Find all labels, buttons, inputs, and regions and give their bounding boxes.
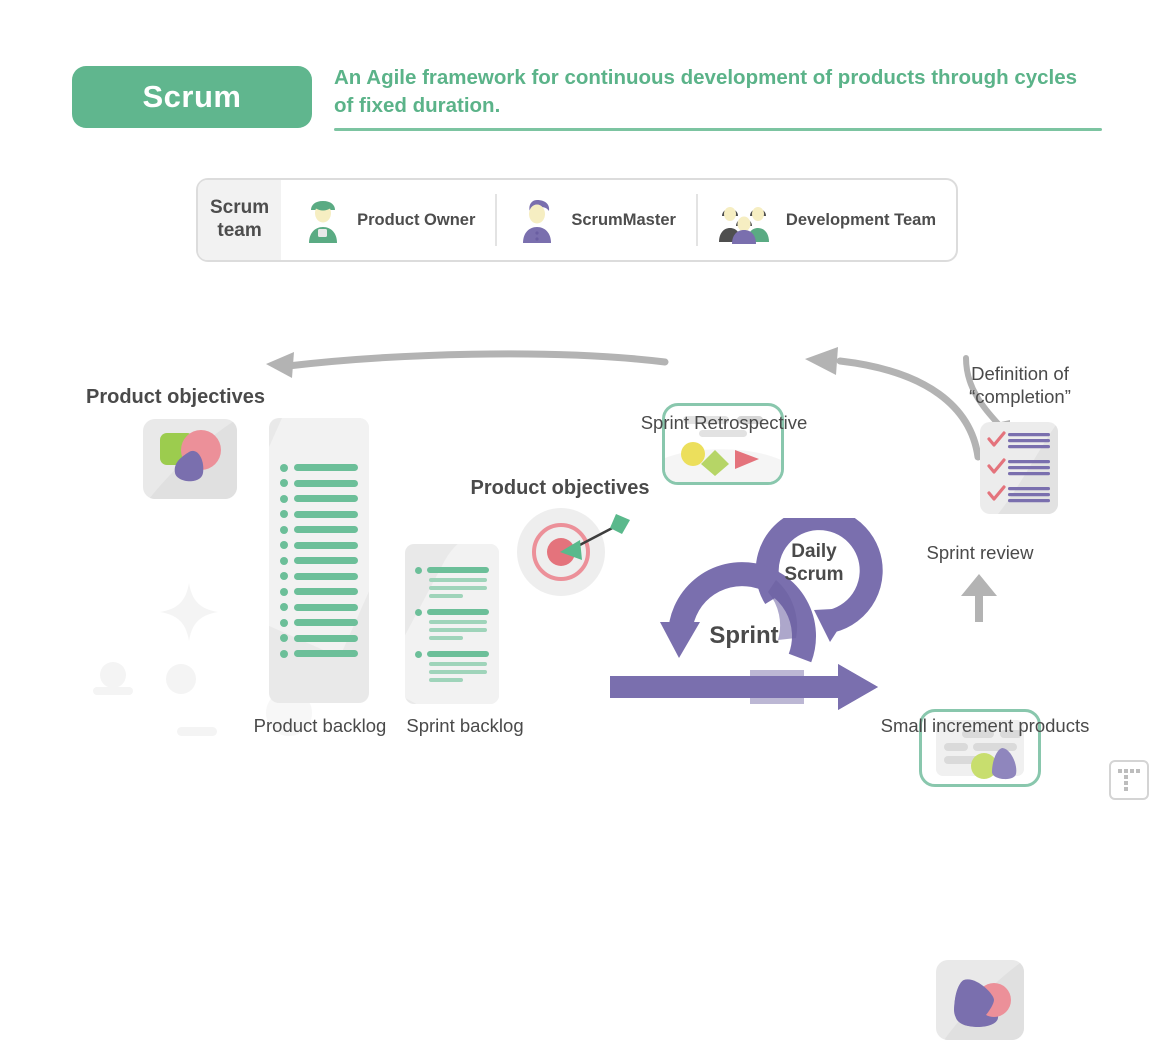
sprint-retrospective-label: Sprint Retrospective [640,412,808,433]
product-objectives-center-label: Product objectives [470,477,650,499]
daily-scrum-label: Daily Scrum [784,541,844,585]
team-member-product-owner[interactable]: Product Owner [281,180,495,260]
team-member-label: ScrumMaster [571,210,676,229]
backlog-item [280,479,358,487]
backlog-item [280,525,358,534]
bullet-dot-icon [280,463,288,472]
team-member-scrummaster[interactable]: ScrumMaster [495,180,696,260]
product-objectives-tile [143,419,237,499]
bullet-dot-icon [280,649,288,658]
backlog-item [280,541,358,549]
scrum-title-pill: Scrum [72,66,312,128]
sprint-backlog-group [415,566,489,598]
dot-grid-logo-icon [1109,760,1149,800]
bullet-dot-icon [280,572,288,580]
sprint-backlog-group [415,650,489,682]
definition-of-completion-label: Definition of “completion” [969,363,1071,408]
decorative-circle-medium [166,664,196,694]
sprint-backlog-label: Sprint backlog [406,715,524,736]
scrum-team-bar: Scrum team Product Owner ScrumMaster Dev… [196,178,958,262]
bullet-dot-icon [280,541,288,549]
small-increment-products-tile [936,960,1024,1040]
backlog-item [280,463,358,472]
bullet-dot-icon [280,494,288,503]
team-member-development-team[interactable]: Development Team [695,180,956,260]
backlog-item [280,572,358,580]
curved-left-arrow-icon [266,350,669,378]
bullet-dot-icon [280,587,288,596]
bullet-dot-icon [280,618,288,627]
header-description: An Agile framework for continuous develo… [334,66,1078,117]
backlog-item [280,618,358,627]
person-green-icon [301,195,345,245]
page-title: Scrum [142,79,242,114]
dot-grid [1118,769,1140,791]
shapes-image-icon [944,960,1024,1040]
sprint-review-label: Sprint review [926,542,1034,563]
backlog-item [280,587,358,596]
bullet-dot-icon [280,603,288,611]
bullet-dot-icon [415,608,422,616]
product-backlog-rows [269,418,369,703]
bullet-dot-icon [280,479,288,487]
person-purple-icon [515,195,559,245]
bullet-dot-icon [280,556,288,565]
scrum-team-label: Scrum team [198,180,282,260]
scrum-infographic: Scrum An Agile framework for continuous … [0,0,1171,1040]
decorative-circle-small [100,662,126,688]
backlog-item [280,603,358,611]
sprint-backlog-group [415,608,489,640]
decorative-pill-1 [93,687,133,695]
backlog-item [280,649,358,658]
definition-of-completion-doc [980,422,1058,514]
backlog-item [280,556,358,565]
header: Scrum An Agile framework for continuous … [72,66,1102,138]
decorative-pill-2 [177,727,217,736]
team-member-label: Product Owner [357,210,476,229]
checklist-document-icon [987,422,1058,514]
bullet-dot-icon [280,634,288,642]
up-arrow-icon [961,574,997,622]
shapes-image-icon [149,419,237,499]
product-objectives-left-label: Product objectives [86,386,265,408]
product-backlog-card [269,418,369,703]
team-member-label: Development Team [785,210,936,229]
bullet-dot-icon [415,566,422,574]
small-increment-products-label: Small increment products [880,715,1090,736]
sprint-backlog-groups [405,544,499,704]
sprint-backlog-card [405,544,499,704]
bullet-dot-icon [280,510,288,518]
bullet-dot-icon [280,525,288,534]
bullet-dot-icon [415,650,422,658]
header-divider [334,128,1102,131]
backlog-item [280,510,358,518]
decorative-sparkle-icon [160,583,218,641]
backlog-item [280,634,358,642]
backlog-item [280,494,358,503]
people-group-icon [716,195,774,245]
sprint-label: Sprint [709,622,779,649]
